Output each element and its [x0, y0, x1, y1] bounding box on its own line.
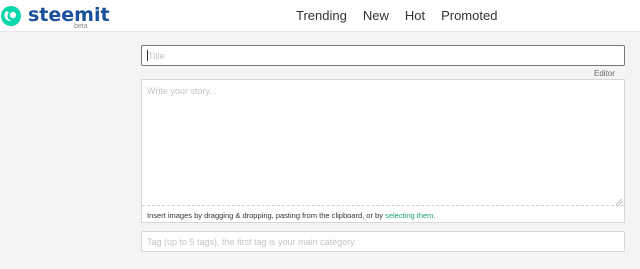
nav-promoted[interactable]: Promoted: [441, 0, 497, 32]
nav-new[interactable]: New: [363, 0, 389, 32]
title-input[interactable]: [141, 45, 625, 66]
main-nav: Trending New Hot Promoted: [296, 0, 497, 32]
image-upload-hint-suffix: .: [433, 211, 436, 220]
story-editor: Insert images by dragging & dropping, pa…: [141, 79, 625, 223]
text-caret: [147, 50, 148, 61]
tags-input[interactable]: [141, 231, 625, 252]
select-images-link[interactable]: selecting them: [385, 211, 433, 220]
image-upload-hint-text: Insert images by dragging & dropping, pa…: [147, 211, 386, 220]
beta-badge: beta: [74, 23, 88, 30]
top-navigation-bar: steemit beta Trending New Hot Promoted: [0, 0, 640, 32]
story-textarea[interactable]: [142, 80, 624, 206]
steemit-logo-icon: [1, 6, 21, 26]
logo-text: steemit: [28, 4, 110, 26]
resize-grip-icon[interactable]: [615, 198, 622, 205]
nav-trending[interactable]: Trending: [296, 0, 347, 32]
editor-toggle-link[interactable]: Editor: [594, 69, 615, 78]
image-upload-hint: Insert images by dragging & dropping, pa…: [147, 211, 436, 220]
nav-hot[interactable]: Hot: [405, 0, 425, 32]
steemit-logo[interactable]: steemit beta: [0, 3, 130, 31]
